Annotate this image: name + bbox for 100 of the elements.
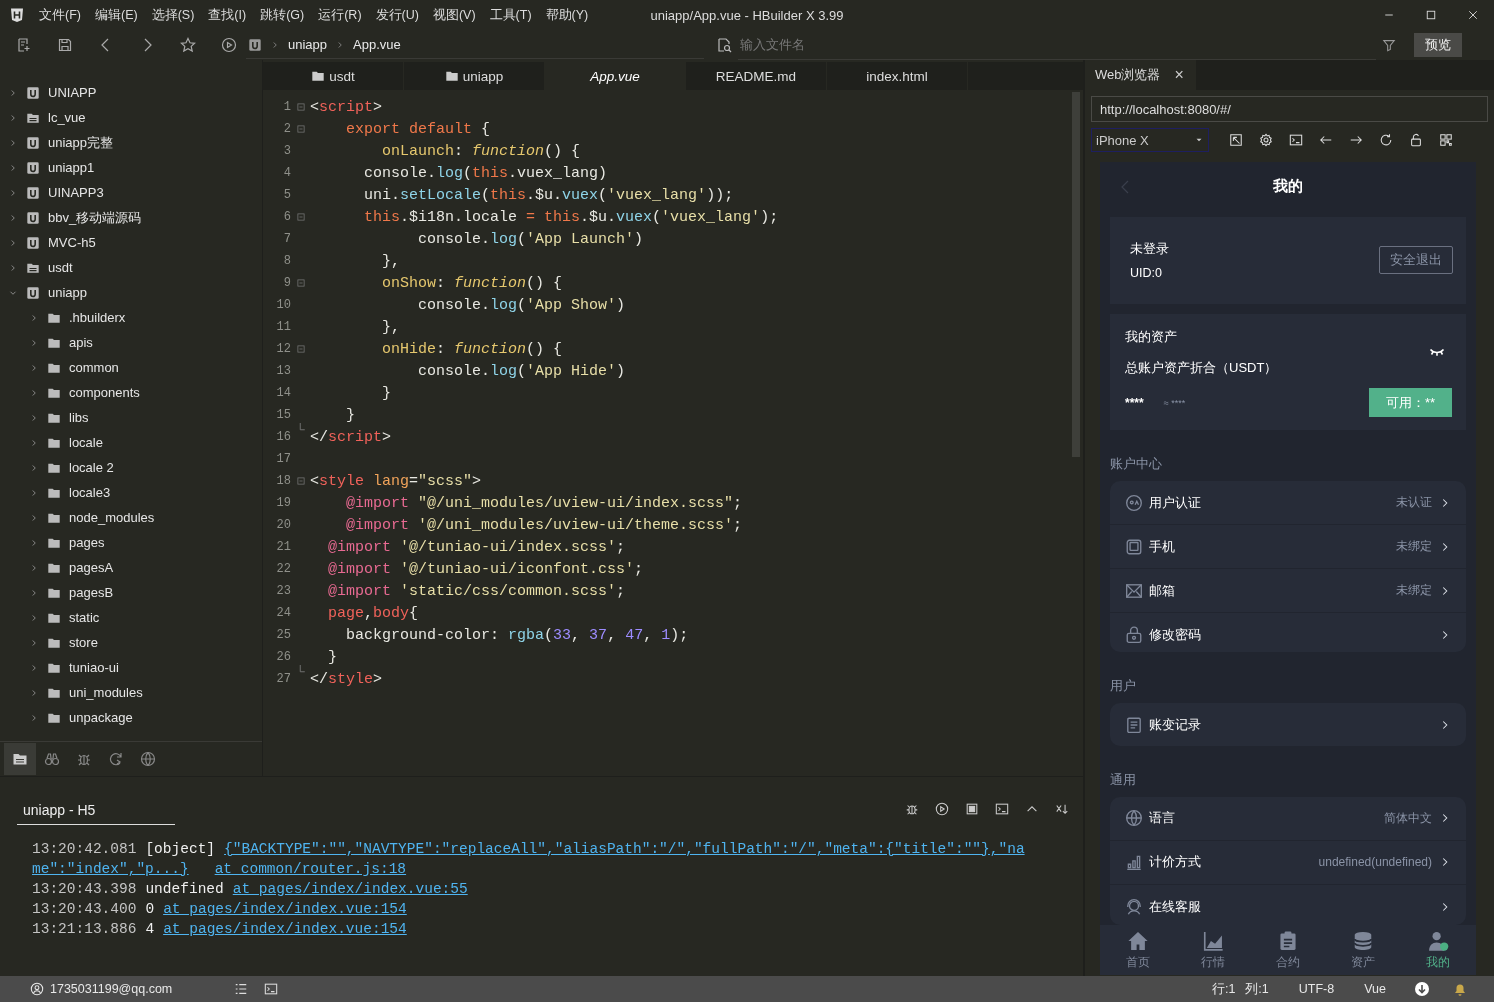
clear-log-icon[interactable] <box>1055 802 1069 816</box>
tree-item[interactable]: MVC-h5 <box>0 230 262 255</box>
menu-item[interactable]: 编辑(E) <box>87 6 145 24</box>
tab-bar-item[interactable]: 首页 <box>1119 929 1156 971</box>
tree-item[interactable]: static <box>0 605 262 630</box>
account-label[interactable]: 1735031199@qq.com <box>30 982 173 996</box>
settings-row[interactable]: 在线客服 <box>1110 884 1466 925</box>
tab-bar-item[interactable]: 我的 <box>1420 929 1457 971</box>
editor-tab[interactable]: App.vue <box>545 62 686 90</box>
menu-item[interactable]: 发行(U) <box>368 6 426 24</box>
run-icon[interactable] <box>935 802 949 816</box>
log-link[interactable]: me":"index","p...} <box>32 861 189 877</box>
menu-item[interactable]: 跳转(G) <box>253 6 312 24</box>
tree-item[interactable]: usdt <box>0 255 262 280</box>
device-dropdown[interactable]: iPhone X <box>1091 128 1209 152</box>
tree-item[interactable]: uniapp1 <box>0 155 262 180</box>
settings-row[interactable]: 手机 未绑定 <box>1110 525 1466 569</box>
tree-item[interactable]: apis <box>0 330 262 355</box>
tree-item[interactable]: tuniao-ui <box>0 655 262 680</box>
settings-row[interactable]: 账变记录 <box>1110 703 1466 746</box>
settings-row[interactable]: 语言 简体中文 <box>1110 796 1466 841</box>
tree-item[interactable]: uniapp完整 <box>0 130 262 155</box>
language-mode[interactable]: Vue <box>1364 982 1386 996</box>
reload-icon[interactable] <box>1379 133 1393 147</box>
terminal-icon[interactable] <box>264 982 279 996</box>
settings-row[interactable]: 计价方式 undefined(undefined) <box>1110 840 1466 885</box>
menu-item[interactable]: 帮助(Y) <box>538 6 596 24</box>
menu-item[interactable]: 运行(R) <box>311 6 369 24</box>
tree-item[interactable]: common <box>0 355 262 380</box>
log-link[interactable]: at pages/index/index.vue:55 <box>232 881 468 897</box>
menu-item[interactable]: 视图(V) <box>425 6 483 24</box>
tree-item[interactable]: store <box>0 630 262 655</box>
tree-item[interactable]: pagesA <box>0 555 262 580</box>
resize-icon[interactable] <box>1229 133 1243 147</box>
tab-bar-item[interactable]: 合约 <box>1269 929 1306 971</box>
tree-item[interactable]: bbv_移动端源码 <box>0 205 262 230</box>
tree-item[interactable]: locale 2 <box>0 455 262 480</box>
tree-item[interactable]: components <box>0 380 262 405</box>
star-icon[interactable] <box>180 37 196 53</box>
terminal-icon[interactable] <box>995 802 1009 816</box>
line-number: 18 <box>275 474 291 488</box>
mail-icon <box>1125 581 1143 600</box>
url-field[interactable]: http://localhost:8080/#/ <box>1091 96 1488 122</box>
tree-item[interactable]: locale3 <box>0 480 262 505</box>
tree-item[interactable]: locale <box>0 430 262 455</box>
tree-item[interactable]: pagesB <box>0 580 262 605</box>
settings-row[interactable]: 邮箱 未绑定 <box>1110 569 1466 613</box>
encoding[interactable]: UTF-8 <box>1298 982 1335 996</box>
tree-item[interactable]: pages <box>0 530 262 555</box>
log-link[interactable]: {"BACKTYPE":"","NAVTYPE":"replaceAll","aliasPath":"/","fullPath":"/","meta":{"title":""},"na <box>224 841 1025 857</box>
tree-item[interactable]: UNIAPP <box>0 80 262 105</box>
preview-button[interactable]: 预览 <box>1414 33 1462 57</box>
tree-item[interactable]: unpackage <box>0 705 262 730</box>
settings-icon[interactable] <box>1259 133 1273 147</box>
run-icon[interactable] <box>221 37 237 53</box>
breadcrumb-item[interactable]: uniapp <box>288 37 328 52</box>
user-status: 未登录 <box>1130 240 1169 258</box>
download-icon[interactable] <box>1414 981 1430 997</box>
menu-item[interactable]: 工具(T) <box>482 6 539 24</box>
tab-label[interactable]: Web浏览器 <box>1095 66 1161 84</box>
log-link[interactable]: at common/router.js:18 <box>214 861 407 877</box>
menu-item[interactable]: 选择(S) <box>144 6 202 24</box>
save-icon[interactable] <box>57 37 73 53</box>
tree-item[interactable]: UINAPP3 <box>0 180 262 205</box>
console-tab[interactable]: uniapp - H5 <box>17 795 175 825</box>
bug-icon[interactable] <box>905 802 919 816</box>
arrow-right-icon[interactable] <box>1349 133 1363 147</box>
code-line: </script> <box>310 428 392 446</box>
tab-bar-item[interactable]: 行情 <box>1194 929 1231 971</box>
logout-button[interactable]: 安全退出 <box>1379 246 1453 275</box>
new-file-icon[interactable] <box>16 37 32 53</box>
code-line: } <box>381 384 391 402</box>
line-number: 7 <box>282 232 291 246</box>
settings-row[interactable]: 修改密码 <box>1110 613 1466 652</box>
scrollbar[interactable] <box>1072 92 1080 457</box>
tree-item[interactable]: lc_vue <box>0 105 262 130</box>
list-icon[interactable] <box>234 982 249 996</box>
close-tab-button[interactable]: × <box>1174 66 1184 84</box>
menu-item[interactable]: 查找(I) <box>201 6 254 24</box>
filter-icon[interactable] <box>1382 38 1396 52</box>
tree-item[interactable]: node_modules <box>0 505 262 530</box>
menu-item[interactable]: 文件(F) <box>32 6 88 24</box>
search-field[interactable]: 输入文件名 <box>738 30 1376 60</box>
sidebar-tool-button[interactable] <box>4 743 36 775</box>
unlock-icon[interactable] <box>1409 133 1423 147</box>
qr-code-icon[interactable] <box>1439 133 1453 147</box>
tree-item[interactable]: libs <box>0 405 262 430</box>
settings-row[interactable]: 用户认证 未认证 <box>1110 481 1466 525</box>
stop-icon[interactable] <box>965 802 979 816</box>
arrow-left-icon[interactable] <box>1319 133 1333 147</box>
tab-bar-item[interactable]: 资产 <box>1345 929 1382 971</box>
log-link[interactable]: at pages/index/index.vue:154 <box>163 921 407 937</box>
tree-item[interactable]: .hbuilderx <box>0 305 262 330</box>
breadcrumb-item[interactable]: App.vue <box>353 37 401 52</box>
browser-tab[interactable]: Web浏览器 × <box>1085 60 1196 90</box>
log-link[interactable]: at pages/index/index.vue:154 <box>163 901 407 917</box>
tree-item[interactable]: uni_modules <box>0 680 262 705</box>
line-number: 5 <box>282 188 291 202</box>
tree-item[interactable]: uniapp <box>0 280 262 305</box>
terminal-icon[interactable] <box>1289 133 1303 147</box>
